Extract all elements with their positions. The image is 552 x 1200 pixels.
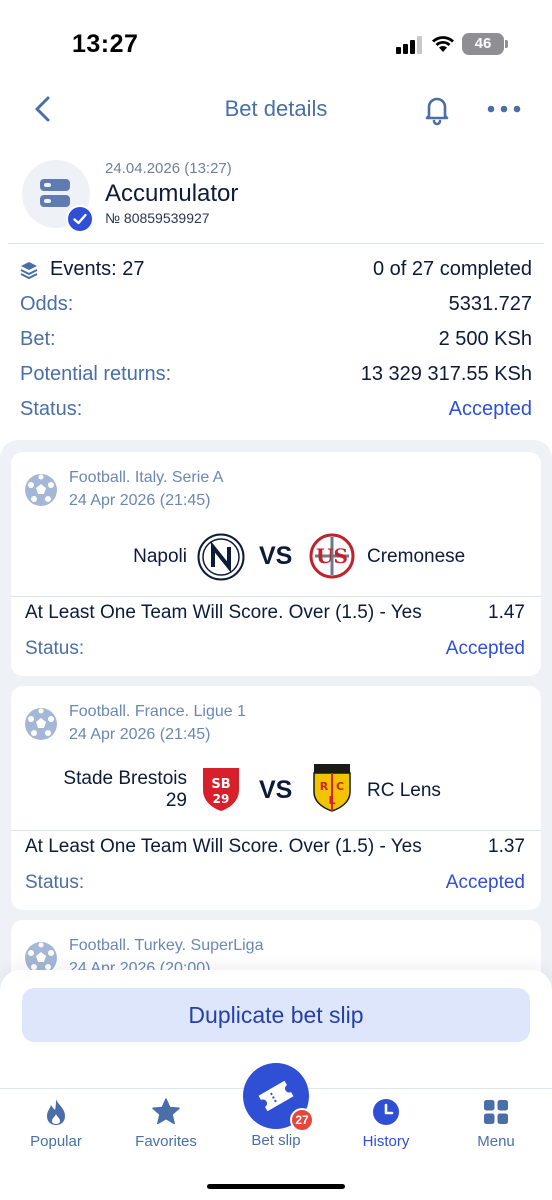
tab-history[interactable]: History	[331, 1089, 441, 1169]
tab-label: Menu	[477, 1133, 515, 1150]
brest-logo-icon: SB 29	[203, 768, 239, 811]
napoli-logo-icon	[197, 533, 245, 581]
home-indicator	[207, 1184, 345, 1189]
event-odd: 1.47	[488, 602, 525, 623]
vs-label: VS	[259, 776, 293, 804]
league-name: Football. Turkey. SuperLiga	[69, 937, 264, 954]
bell-icon[interactable]	[420, 92, 454, 126]
event-status-label: Status:	[25, 872, 85, 893]
cremonese-logo-icon: US	[309, 533, 355, 579]
home-team: Napoli	[133, 546, 187, 567]
returns-label: Potential returns:	[20, 363, 172, 385]
divider	[11, 830, 541, 831]
bet-date: 24.04.2026 (13:27)	[105, 160, 232, 177]
status-bar: 13:27 46	[0, 0, 552, 80]
events-progress: 0 of 27 completed	[373, 258, 532, 280]
market-name: At Least One Team Will Score. Over (1.5)…	[25, 602, 422, 623]
svg-text:R: R	[320, 780, 329, 793]
tab-label: History	[362, 1133, 410, 1150]
events-row: Events: 27 0 of 27 completed	[20, 258, 532, 288]
stake-row: Bet: 2 500 KSh	[20, 328, 532, 358]
event-card[interactable]: Football. Italy. Serie A 24 Apr 2026 (21…	[11, 452, 541, 676]
football-icon	[25, 708, 57, 740]
tab-label: Popular	[30, 1133, 82, 1150]
bet-slip-count-badge: 27	[290, 1108, 314, 1132]
bet-type: Accumulator	[105, 180, 239, 207]
divider	[11, 596, 541, 597]
svg-text:US: US	[316, 544, 348, 568]
away-team: Cremonese	[367, 546, 466, 567]
status-label: Status:	[20, 398, 83, 420]
odds-row: Odds: 5331.727	[20, 293, 532, 323]
match-date: 24 Apr 2026 (21:45)	[69, 726, 211, 743]
league-name: Football. France. Ligue 1	[69, 703, 246, 720]
star-icon	[152, 1098, 180, 1125]
match-date: 24 Apr 2026 (21:45)	[69, 492, 211, 509]
wifi-icon	[432, 36, 454, 52]
returns-row: Potential returns: 13 329 317.55 KSh	[20, 363, 532, 393]
status-time: 13:27	[72, 30, 139, 58]
svg-text:L: L	[328, 794, 335, 807]
more-options-icon[interactable]	[484, 92, 524, 126]
odds-value: 5331.727	[448, 293, 532, 315]
top-nav-bar: Bet details	[0, 80, 552, 140]
away-team: RC Lens	[367, 780, 441, 801]
clock-icon	[373, 1099, 399, 1125]
odds-label: Odds:	[20, 293, 74, 315]
stake-value: 2 500 KSh	[438, 328, 532, 350]
battery-tip	[505, 40, 508, 48]
grid-icon	[484, 1100, 508, 1124]
bet-number: № 80859539927	[105, 210, 210, 226]
tab-favorites[interactable]: Favorites	[111, 1089, 221, 1169]
layers-icon	[20, 262, 38, 279]
event-card[interactable]: Football. France. Ligue 1 24 Apr 2026 (2…	[11, 686, 541, 910]
event-status-label: Status:	[25, 638, 85, 659]
market-name: At Least One Team Will Score. Over (1.5)…	[25, 836, 422, 857]
status-value: Accepted	[448, 398, 532, 420]
tab-label: Bet slip	[251, 1132, 301, 1149]
svg-text:29: 29	[213, 792, 230, 806]
battery-icon: 46	[462, 33, 504, 55]
stake-label: Bet:	[20, 328, 56, 350]
event-odd: 1.37	[488, 836, 525, 857]
tab-label: Favorites	[135, 1133, 197, 1150]
flame-icon	[47, 1099, 65, 1125]
event-status-value: Accepted	[445, 638, 525, 659]
events-label: Events: 27	[50, 258, 145, 280]
home-team-line1: Stade Brestois	[63, 768, 187, 789]
divider	[8, 243, 544, 244]
league-name: Football. Italy. Serie A	[69, 469, 224, 486]
returns-value: 13 329 317.55 KSh	[360, 363, 532, 385]
svg-text:C: C	[336, 780, 344, 793]
tab-menu[interactable]: Menu	[441, 1089, 551, 1169]
svg-text:SB: SB	[211, 777, 230, 792]
home-team-line2: 29	[165, 790, 187, 811]
status-row: Status: Accepted	[20, 398, 532, 428]
tab-popular[interactable]: Popular	[1, 1089, 111, 1169]
rc-lens-logo-icon: R C L	[313, 764, 351, 812]
cellular-signal-icon	[396, 36, 424, 54]
football-icon	[25, 474, 57, 506]
event-status-value: Accepted	[445, 872, 525, 893]
home-team: Stade Brestois 29	[63, 768, 187, 812]
vs-label: VS	[259, 542, 293, 570]
check-icon	[66, 205, 94, 233]
duplicate-bet-slip-button[interactable]: Duplicate bet slip	[22, 988, 530, 1042]
page-title: Bet details	[224, 96, 328, 121]
